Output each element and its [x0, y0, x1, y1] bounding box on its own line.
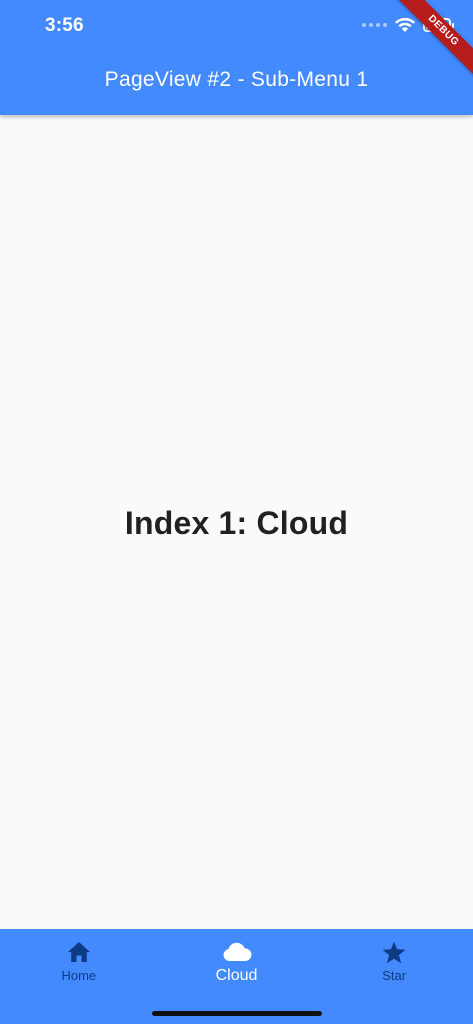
- app-bar: 3:56 PageView #2 - Sub-Menu 1: [0, 0, 473, 115]
- nav-item-home[interactable]: Home: [0, 929, 158, 1024]
- status-time: 3:56: [45, 15, 84, 36]
- nav-item-cloud[interactable]: Cloud: [158, 929, 316, 1024]
- page-title: PageView #2 - Sub-Menu 1: [104, 68, 369, 91]
- cellular-signal-icon: [362, 23, 387, 27]
- home-indicator[interactable]: [152, 1011, 322, 1016]
- battery-icon: [423, 18, 454, 32]
- page-content-heading: Index 1: Cloud: [124, 504, 349, 541]
- nav-item-star[interactable]: Star: [315, 929, 473, 1024]
- star-icon: [382, 940, 406, 964]
- wifi-icon: [395, 17, 415, 32]
- bottom-navigation-bar: Home Cloud Star: [0, 929, 473, 1024]
- status-icons: [362, 14, 454, 36]
- home-icon: [67, 940, 91, 964]
- page-view[interactable]: Index 1: Cloud: [0, 115, 473, 929]
- cloud-icon: [222, 940, 252, 964]
- nav-item-label: Star: [382, 968, 407, 983]
- nav-item-label: Home: [61, 968, 97, 983]
- nav-item-label: Cloud: [215, 967, 258, 984]
- screen: 3:56 PageView #2 - Sub-Menu 1 DEBUG Inde…: [0, 0, 473, 1024]
